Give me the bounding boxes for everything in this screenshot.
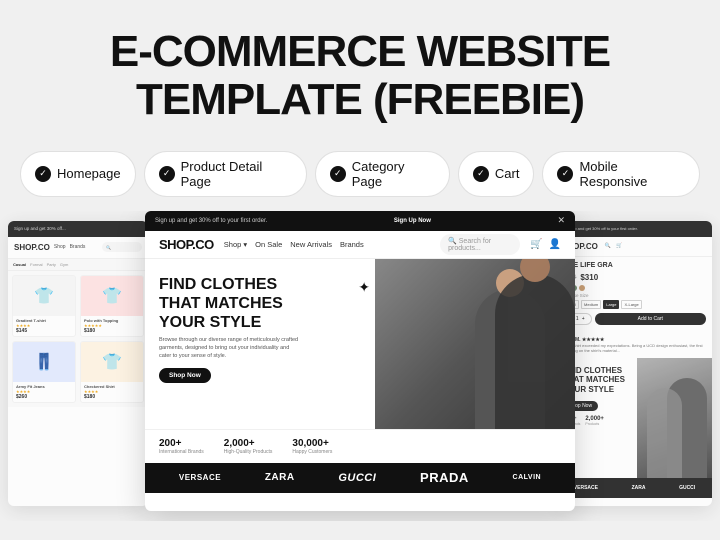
stat-customers: 30,000+ Happy Customers [292, 438, 332, 455]
right-hero-image [637, 358, 712, 478]
tab-homepage[interactable]: ✓ Homepage [20, 151, 136, 197]
right-hero-section: FIND CLOTHESTHAT MATCHESYOUR STYLE Shop … [557, 358, 712, 478]
shop-now-button[interactable]: Shop Now [159, 368, 211, 383]
check-icon: ✓ [473, 166, 489, 182]
account-icon[interactable]: 👤 [549, 239, 561, 250]
check-icon: ✓ [35, 166, 51, 182]
right-shop-header: SHOP.CO 🔍 🛒 [557, 237, 712, 257]
product-grid: 👕 Gradient T-shirt ★★★★ $145 👕 Polo with… [8, 271, 148, 407]
sparkle-icon: ✦ [358, 279, 370, 296]
hero-section: FIND CLOTHES THAT MATCHES YOUR STYLE Bro… [145, 259, 575, 429]
list-item: 👖 Army Fit Jeans ★★★★ $260 [12, 341, 76, 403]
tab-product-detail[interactable]: ✓ Product Detail Page [144, 151, 307, 197]
check-icon: ✓ [557, 166, 573, 182]
page-header: E-COMMERCE WEBSITE TEMPLATE (FREEBIE) [0, 0, 720, 141]
tab-category[interactable]: ✓ Category Page [315, 151, 450, 197]
close-icon[interactable]: ✕ [557, 215, 565, 226]
review-section: Alex M. ★★★★★ The t-shirt exceeded my ex… [557, 333, 712, 357]
left-topbar: Sign up and get 30% off... [8, 221, 148, 237]
check-icon: ✓ [330, 166, 346, 182]
left-preview: Sign up and get 30% off... SHOP.CO Shop … [8, 221, 148, 506]
preview-topbar: Sign up and get 30% off to your first or… [145, 211, 575, 231]
category-filter: Casual Formal Party Gym [8, 259, 148, 271]
tab-cart[interactable]: ✓ Cart [458, 151, 535, 197]
left-shop-header: SHOP.CO Shop Brands 🔍 [8, 237, 148, 259]
search-bar[interactable]: 🔍 Search for products... [440, 234, 520, 255]
brands-bar: VERSACE ZARA GUCCI PRADA Calvin [145, 463, 575, 493]
list-item: 👕 Checkered Shirt ★★★★ $180 [80, 341, 144, 403]
main-preview: Sign up and get 30% off to your first or… [145, 211, 575, 511]
stat-products: 2,000+ High-Quality Products [224, 438, 273, 455]
right-topbar: Sign up and get 30% off to your first or… [557, 221, 712, 237]
shop-nav-bar: SHOP.CO Shop ▾ On Sale New Arrivals Bran… [145, 231, 575, 259]
right-preview: Sign up and get 30% off to your first or… [557, 221, 712, 506]
list-item: 👕 Polo with Topping ★★★★★ $180 [80, 275, 144, 337]
cart-icon[interactable]: 🛒 [530, 239, 542, 250]
tabs-bar: ✓ Homepage ✓ Product Detail Page ✓ Categ… [0, 141, 720, 211]
right-brands-bar: VERSACE ZARA GUCCI [557, 478, 712, 498]
add-to-cart-button[interactable]: Add to Cart [595, 313, 706, 325]
color-swatches [563, 285, 706, 291]
stat-brands: 200+ International Brands [159, 438, 204, 455]
product-detail-area: ONE LIFE GRA $260 $310 Choose Size Small… [557, 257, 712, 333]
check-icon: ✓ [159, 166, 175, 182]
list-item: 👕 Gradient T-shirt ★★★★ $145 [12, 275, 76, 337]
page-title: E-COMMERCE WEBSITE TEMPLATE (FREEBIE) [20, 28, 700, 125]
preview-area: Sign up and get 30% off... SHOP.CO Shop … [0, 211, 720, 521]
stats-row: 200+ International Brands 2,000+ High-Qu… [145, 429, 575, 463]
tab-mobile[interactable]: ✓ Mobile Responsive [542, 151, 700, 197]
size-options: Small Medium Large X-Large [563, 300, 706, 309]
